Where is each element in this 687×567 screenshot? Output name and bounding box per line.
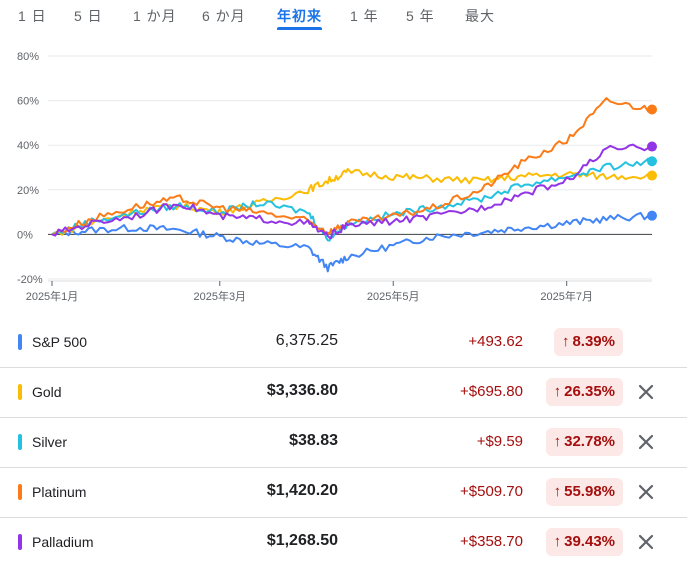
series-color-swatch xyxy=(18,534,22,550)
percent-change-badge: ↑ 55.98% xyxy=(545,478,623,506)
percent-change-badge: ↑ 32.78% xyxy=(545,428,623,456)
series-line-s-p-500 xyxy=(51,211,653,273)
percent-change-value: 8.39% xyxy=(572,333,615,350)
arrow-up-icon: ↑ xyxy=(553,483,562,500)
close-icon[interactable] xyxy=(633,529,659,555)
tab-1m[interactable]: 1 か月 xyxy=(133,6,177,26)
arrow-up-icon: ↑ xyxy=(553,533,562,550)
list-item[interactable]: Palladium $1,268.50 +$358.70 ↑ 39.43% xyxy=(0,518,687,567)
asset-name: S&P 500 xyxy=(32,334,88,350)
asset-price: $3,336.80 xyxy=(266,382,338,399)
active-tab-indicator xyxy=(277,27,322,30)
asset-price: $38.83 xyxy=(289,432,338,449)
tab-max[interactable]: 最大 xyxy=(465,6,495,26)
asset-name: Silver xyxy=(32,434,68,450)
arrow-up-icon: ↑ xyxy=(553,383,562,400)
series-color-swatch xyxy=(18,484,22,500)
list-item[interactable]: Platinum $1,420.20 +$509.70 ↑ 55.98% xyxy=(0,468,687,518)
close-icon[interactable] xyxy=(633,379,659,405)
tab-1d[interactable]: 1 日 xyxy=(18,6,47,26)
series-end-dot-platinum xyxy=(647,104,657,115)
close-icon[interactable] xyxy=(633,429,659,455)
arrow-up-icon: ↑ xyxy=(553,433,562,450)
percent-change-badge: ↑ 26.35% xyxy=(545,378,623,406)
series-end-dot-palladium xyxy=(647,141,657,152)
tab-1y[interactable]: 1 年 xyxy=(350,6,379,26)
y-tick-label: 40% xyxy=(17,140,39,152)
arrow-up-icon: ↑ xyxy=(561,333,570,350)
y-tick-label: -20% xyxy=(17,274,43,286)
comparison-list: S&P 500 6,375.25 +493.62 ↑ 8.39% Gold $3,336.8… xyxy=(0,318,687,567)
tab-6m[interactable]: 6 か月 xyxy=(202,6,246,26)
y-tick-label: 20% xyxy=(17,185,39,197)
x-tick-label: 2025年3月 xyxy=(193,289,246,303)
percent-change-value: 39.43% xyxy=(564,533,615,550)
close-icon[interactable] xyxy=(633,479,659,505)
series-end-dot-silver xyxy=(647,156,657,167)
list-item[interactable]: Gold $3,336.80 +$695.80 ↑ 26.35% xyxy=(0,368,687,418)
asset-change: +493.62 xyxy=(468,333,523,350)
asset-change: +$509.70 xyxy=(460,483,523,500)
tab-5d[interactable]: 5 日 xyxy=(74,6,103,26)
y-tick-label: 0% xyxy=(17,229,33,241)
percent-change-badge: ↑ 8.39% xyxy=(553,328,623,356)
asset-price: $1,268.50 xyxy=(266,532,338,549)
list-item[interactable]: Silver $38.83 +$9.59 ↑ 32.78% xyxy=(0,418,687,468)
series-end-dot-s-p-500 xyxy=(647,210,657,221)
list-item[interactable]: S&P 500 6,375.25 +493.62 ↑ 8.39% xyxy=(0,318,687,368)
tab-ytd[interactable]: 年初来 xyxy=(277,6,322,30)
timerange-tabs: 1 日 5 日 1 か月 6 か月 年初来 1 年 5 年 最大 xyxy=(0,0,687,32)
asset-price: 6,375.25 xyxy=(275,332,338,349)
series-end-dot-gold xyxy=(647,170,657,181)
asset-price: $1,420.20 xyxy=(266,482,338,499)
percent-change-value: 32.78% xyxy=(564,433,615,450)
percent-change-value: 55.98% xyxy=(564,483,615,500)
y-tick-label: 80% xyxy=(17,51,39,63)
asset-change: +$9.59 xyxy=(476,433,523,450)
y-tick-label: 60% xyxy=(17,96,39,108)
tab-5y[interactable]: 5 年 xyxy=(406,6,435,26)
asset-name: Gold xyxy=(32,384,62,400)
percent-change-value: 26.35% xyxy=(564,383,615,400)
x-tick-label: 2025年1月 xyxy=(26,289,79,303)
asset-name: Palladium xyxy=(32,534,94,550)
comparison-line-chart: 80% 60% 40% 20% 0% -20% 2025年1月 2025年3月 2025年5月 2… xyxy=(17,51,657,303)
asset-change: +$695.80 xyxy=(460,383,523,400)
series-color-swatch xyxy=(18,384,22,400)
series-color-swatch xyxy=(18,434,22,450)
asset-change: +$358.70 xyxy=(460,533,523,550)
percent-change-badge: ↑ 39.43% xyxy=(545,528,623,556)
tab-ytd-label: 年初来 xyxy=(277,8,322,24)
asset-name: Platinum xyxy=(32,484,87,500)
x-tick-label: 2025年7月 xyxy=(540,289,593,303)
x-tick-label: 2025年5月 xyxy=(367,289,420,303)
series-color-swatch xyxy=(18,334,22,350)
